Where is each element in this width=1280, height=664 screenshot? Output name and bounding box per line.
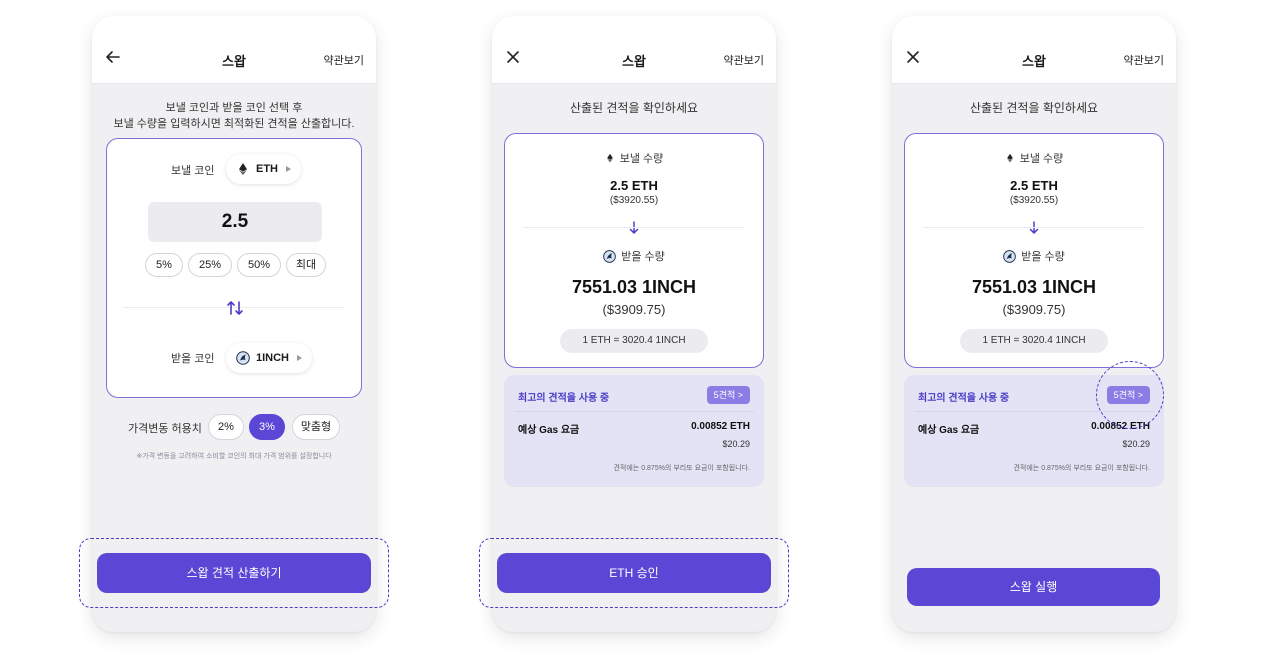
- arrow-down-icon: [629, 221, 639, 234]
- gas-fee-usd: $20.29: [1122, 439, 1150, 449]
- ethereum-icon: [1006, 153, 1013, 163]
- quotes-count-button[interactable]: 5견적 >: [706, 386, 750, 404]
- slippage-note: ※가격 변동을 고려하여 소비할 코인의 최대 가격 범위를 설정합니다: [136, 453, 332, 460]
- exchange-rate: 1 ETH = 3020.4 1INCH: [560, 329, 708, 353]
- send-amount: 2.5 ETH: [1010, 178, 1058, 193]
- receive-coin-symbol: 1INCH: [256, 352, 290, 364]
- divider: [923, 227, 1145, 228]
- caret-right-icon: [286, 166, 291, 172]
- receive-amount-label-row: 받을 수량: [905, 248, 1163, 264]
- send-amount-label: 보낼 수량: [1019, 153, 1064, 165]
- receive-amount-label: 받을 수량: [1021, 251, 1065, 263]
- amount-input[interactable]: 2.5: [148, 202, 322, 242]
- intro-text-line1: 보낼 코인과 받을 코인 선택 후: [165, 102, 303, 114]
- receive-coin-label: 받을 코인: [171, 353, 215, 365]
- receive-amount: 7551.03 1INCH: [571, 277, 697, 297]
- terms-link[interactable]: 약관보기: [1124, 52, 1164, 68]
- terms-link[interactable]: 약관보기: [324, 52, 364, 68]
- slippage-option-2[interactable]: 2%: [208, 414, 244, 440]
- exchange-rate: 1 ETH = 3020.4 1INCH: [960, 329, 1108, 353]
- divider: [523, 227, 745, 228]
- intro-text: 산출된 견적을 확인하세요: [569, 101, 699, 115]
- receive-coin-selector[interactable]: 1INCH: [226, 343, 313, 373]
- send-amount-label-row: 보낼 수량: [905, 150, 1163, 166]
- slippage-option-3[interactable]: 3%: [249, 414, 285, 440]
- arrow-down-icon: [1029, 221, 1039, 234]
- send-amount-usd: ($3920.55): [1009, 195, 1059, 206]
- send-coin-symbol: ETH: [256, 163, 278, 175]
- send-amount-usd: ($3920.55): [609, 195, 659, 206]
- send-amount-label: 보낼 수량: [619, 153, 664, 165]
- ethereum-icon: [606, 153, 613, 163]
- 1inch-icon: [236, 351, 250, 365]
- gas-fee-eth: 0.00852 ETH: [691, 421, 750, 432]
- swap-arrows-icon[interactable]: [226, 300, 244, 316]
- terms-link[interactable]: 약관보기: [724, 52, 764, 68]
- highlight-annotation: [479, 538, 789, 608]
- percent-chip-50[interactable]: 50%: [237, 253, 281, 277]
- send-amount-label-row: 보낼 수량: [505, 150, 763, 166]
- slippage-option-custom[interactable]: 맞춤형: [292, 414, 340, 440]
- fee-note: 견적에는 0.875%의 부리또 요금이 포함됩니다.: [613, 465, 750, 472]
- intro-text-line2: 보낼 수량을 입력하시면 최적화된 견적을 산출합니다.: [113, 118, 355, 130]
- best-quote-label: 최고의 견적을 사용 중: [918, 393, 1010, 404]
- divider: [514, 411, 754, 412]
- gas-fee-usd: $20.29: [722, 439, 750, 449]
- percent-chip-25[interactable]: 25%: [188, 253, 232, 277]
- quote-card: 보낼 수량 2.5 ETH ($3920.55) 받을 수량 7551.03 1…: [904, 133, 1164, 368]
- quote-info-card: 최고의 견적을 사용 중 5견적 > 예상 Gas 요금 0.00852 ETH…: [504, 375, 764, 487]
- highlight-annotation: [1096, 361, 1164, 429]
- 1inch-icon: [603, 249, 617, 263]
- fee-note: 견적에는 0.875%의 부리또 요금이 포함됩니다.: [1013, 465, 1150, 472]
- caret-right-icon: [297, 355, 303, 361]
- receive-amount-usd: ($3909.75): [1002, 302, 1066, 317]
- header: 스왑 약관보기: [92, 16, 376, 84]
- send-amount: 2.5 ETH: [610, 178, 658, 193]
- header: 스왑 약관보기: [492, 16, 776, 84]
- intro-text: 산출된 견적을 확인하세요: [969, 101, 1099, 115]
- receive-amount-label-row: 받을 수량: [505, 248, 763, 264]
- execute-swap-button[interactable]: 스왑 실행: [907, 568, 1160, 606]
- quote-execute-screen: 스왑 약관보기 산출된 견적을 확인하세요 보낼 수량 2.5 ETH ($39…: [892, 16, 1176, 632]
- swap-card: 보낼 코인 ETH 2.5 5% 25% 50% 최대 받을 코인 1INCH: [106, 138, 362, 398]
- send-coin-selector[interactable]: ETH: [226, 154, 301, 184]
- ethereum-icon: [239, 163, 247, 175]
- percent-chip-max[interactable]: 최대: [286, 253, 326, 277]
- header: 스왑 약관보기: [892, 16, 1176, 84]
- best-quote-label: 최고의 견적을 사용 중: [518, 393, 610, 404]
- gas-fee-label: 예상 Gas 요금: [918, 425, 980, 436]
- receive-amount: 7551.03 1INCH: [971, 277, 1097, 297]
- percent-chip-5[interactable]: 5%: [145, 253, 183, 277]
- quote-card: 보낼 수량 2.5 ETH ($3920.55) 받을 수량 7551.03 1…: [504, 133, 764, 368]
- highlight-annotation: [79, 538, 389, 608]
- slippage-label: 가격변동 허용치: [128, 423, 202, 435]
- receive-amount-usd: ($3909.75): [602, 302, 666, 317]
- 1inch-icon: [1003, 249, 1017, 263]
- receive-amount-label: 받을 수량: [621, 251, 665, 263]
- send-coin-label: 보낼 코인: [171, 165, 215, 177]
- gas-fee-label: 예상 Gas 요금: [518, 425, 580, 436]
